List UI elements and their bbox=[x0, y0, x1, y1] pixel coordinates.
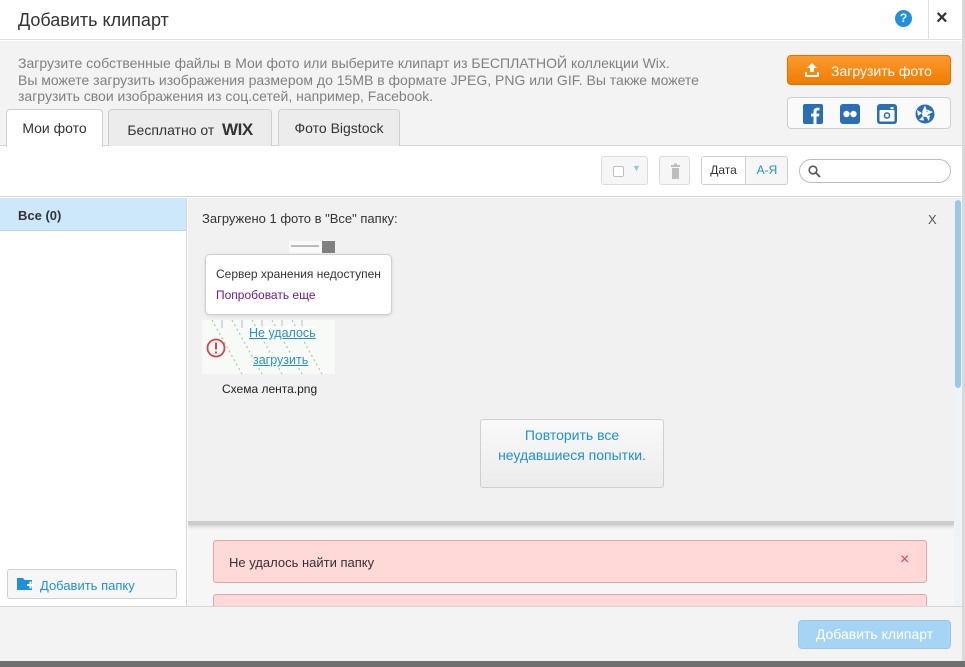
thumbnail-preview-strip bbox=[289, 241, 335, 253]
upload-photo-label: Загрузить фото bbox=[831, 63, 932, 79]
add-folder-label: Добавить папку bbox=[40, 578, 135, 593]
intro-line-1: Загрузите собственные файлы в Мои фото и… bbox=[18, 55, 670, 71]
social-import-bar bbox=[787, 97, 951, 129]
window-bottom-edge bbox=[0, 661, 965, 667]
preview-text-line bbox=[291, 245, 319, 247]
tooltip-message: Сервер хранения недоступен bbox=[216, 267, 381, 281]
delete-button[interactable] bbox=[659, 156, 690, 185]
alert-message: Не удалось найти папку bbox=[229, 555, 375, 570]
footer: Добавить клипарт bbox=[0, 606, 962, 661]
checkbox-icon[interactable] bbox=[613, 166, 624, 177]
intro-line-3: загрузить свои изображения из соц.сетей,… bbox=[18, 88, 434, 104]
add-folder-icon bbox=[17, 578, 34, 590]
dialog-title: Добавить клипарт bbox=[18, 10, 169, 30]
upload-failed-link-line2[interactable]: загрузить bbox=[253, 353, 309, 367]
main-content: Загружено 1 фото в "Все" папку: X Не уда… bbox=[188, 198, 962, 606]
sidebar-item-all[interactable]: Все (0) bbox=[0, 198, 186, 231]
folder-sidebar: Все (0) Добавить папку bbox=[0, 198, 187, 606]
file-name: Схема лента.png bbox=[222, 382, 318, 396]
select-all-dropdown[interactable]: ▼ bbox=[601, 156, 648, 185]
add-clipart-button[interactable]: Добавить клипарт bbox=[798, 620, 951, 649]
upload-status-title: Загружено 1 фото в "Все" папку: bbox=[202, 211, 398, 226]
instagram-icon[interactable] bbox=[877, 104, 897, 124]
scrollbar-thumb[interactable] bbox=[955, 200, 961, 388]
error-tooltip: Сервер хранения недоступен Попробовать е… bbox=[205, 254, 392, 315]
tab-bigstock[interactable]: Фото Bigstock bbox=[278, 109, 400, 146]
retry-all-button[interactable]: Повторить все неудавшиеся попытки. bbox=[480, 419, 664, 488]
close-icon[interactable]: × bbox=[936, 7, 948, 30]
error-alert: Не удалось найти папку × bbox=[213, 540, 927, 583]
upload-status-panel: Загружено 1 фото в "Все" папку: X Не уда… bbox=[188, 198, 954, 525]
search-input[interactable] bbox=[799, 159, 951, 183]
header: Загрузите собственные файлы в Мои фото и… bbox=[0, 41, 962, 147]
error-icon bbox=[206, 338, 226, 358]
sort-by-name-button[interactable]: А-Я bbox=[746, 157, 787, 184]
intro-text: Загрузите собственные файлы в Мои фото и… bbox=[18, 55, 738, 105]
tab-free-label: Бесплатно от bbox=[127, 122, 215, 138]
add-clipart-dialog: Добавить клипарт ? × Загрузите собственн… bbox=[0, 0, 965, 667]
picasa-icon[interactable] bbox=[915, 104, 935, 124]
upload-failed-link[interactable]: Не удалось bbox=[249, 326, 316, 340]
toolbar: ▼ Дата А-Я bbox=[0, 147, 962, 197]
help-icon[interactable]: ? bbox=[895, 10, 912, 27]
chevron-down-icon[interactable]: ▼ bbox=[632, 163, 641, 173]
title-bar: Добавить клипарт ? × bbox=[0, 0, 962, 40]
intro-line-2: Вы можете загрузить изображения размером… bbox=[18, 71, 699, 88]
upload-icon bbox=[805, 63, 819, 77]
flickr-icon[interactable] bbox=[840, 104, 860, 124]
sort-toggle: Дата А-Я bbox=[701, 156, 788, 185]
search-icon bbox=[808, 165, 821, 178]
tab-my-photos[interactable]: Мои фото bbox=[6, 109, 103, 147]
tab-bigstock-label: Фото Bigstock bbox=[294, 120, 384, 136]
tab-free-from-wix[interactable]: Бесплатно от WIX bbox=[108, 109, 272, 146]
facebook-icon[interactable] bbox=[803, 104, 823, 124]
add-folder-button[interactable]: Добавить папку bbox=[7, 569, 177, 599]
trash-icon bbox=[671, 163, 680, 179]
error-alert-2 bbox=[213, 594, 927, 606]
retry-link[interactable]: Попробовать еще bbox=[216, 288, 316, 302]
preview-dark-block bbox=[322, 241, 335, 253]
wix-logo: WIX bbox=[222, 120, 253, 139]
tab-my-photos-label: Мои фото bbox=[22, 120, 87, 136]
upload-photo-button[interactable]: Загрузить фото bbox=[787, 55, 951, 85]
main-scrollbar[interactable] bbox=[954, 198, 962, 606]
sort-by-date-button[interactable]: Дата bbox=[702, 157, 746, 184]
title-separator bbox=[928, 0, 929, 40]
close-alert-icon[interactable]: × bbox=[900, 551, 909, 569]
close-panel-button[interactable]: X bbox=[928, 212, 937, 227]
